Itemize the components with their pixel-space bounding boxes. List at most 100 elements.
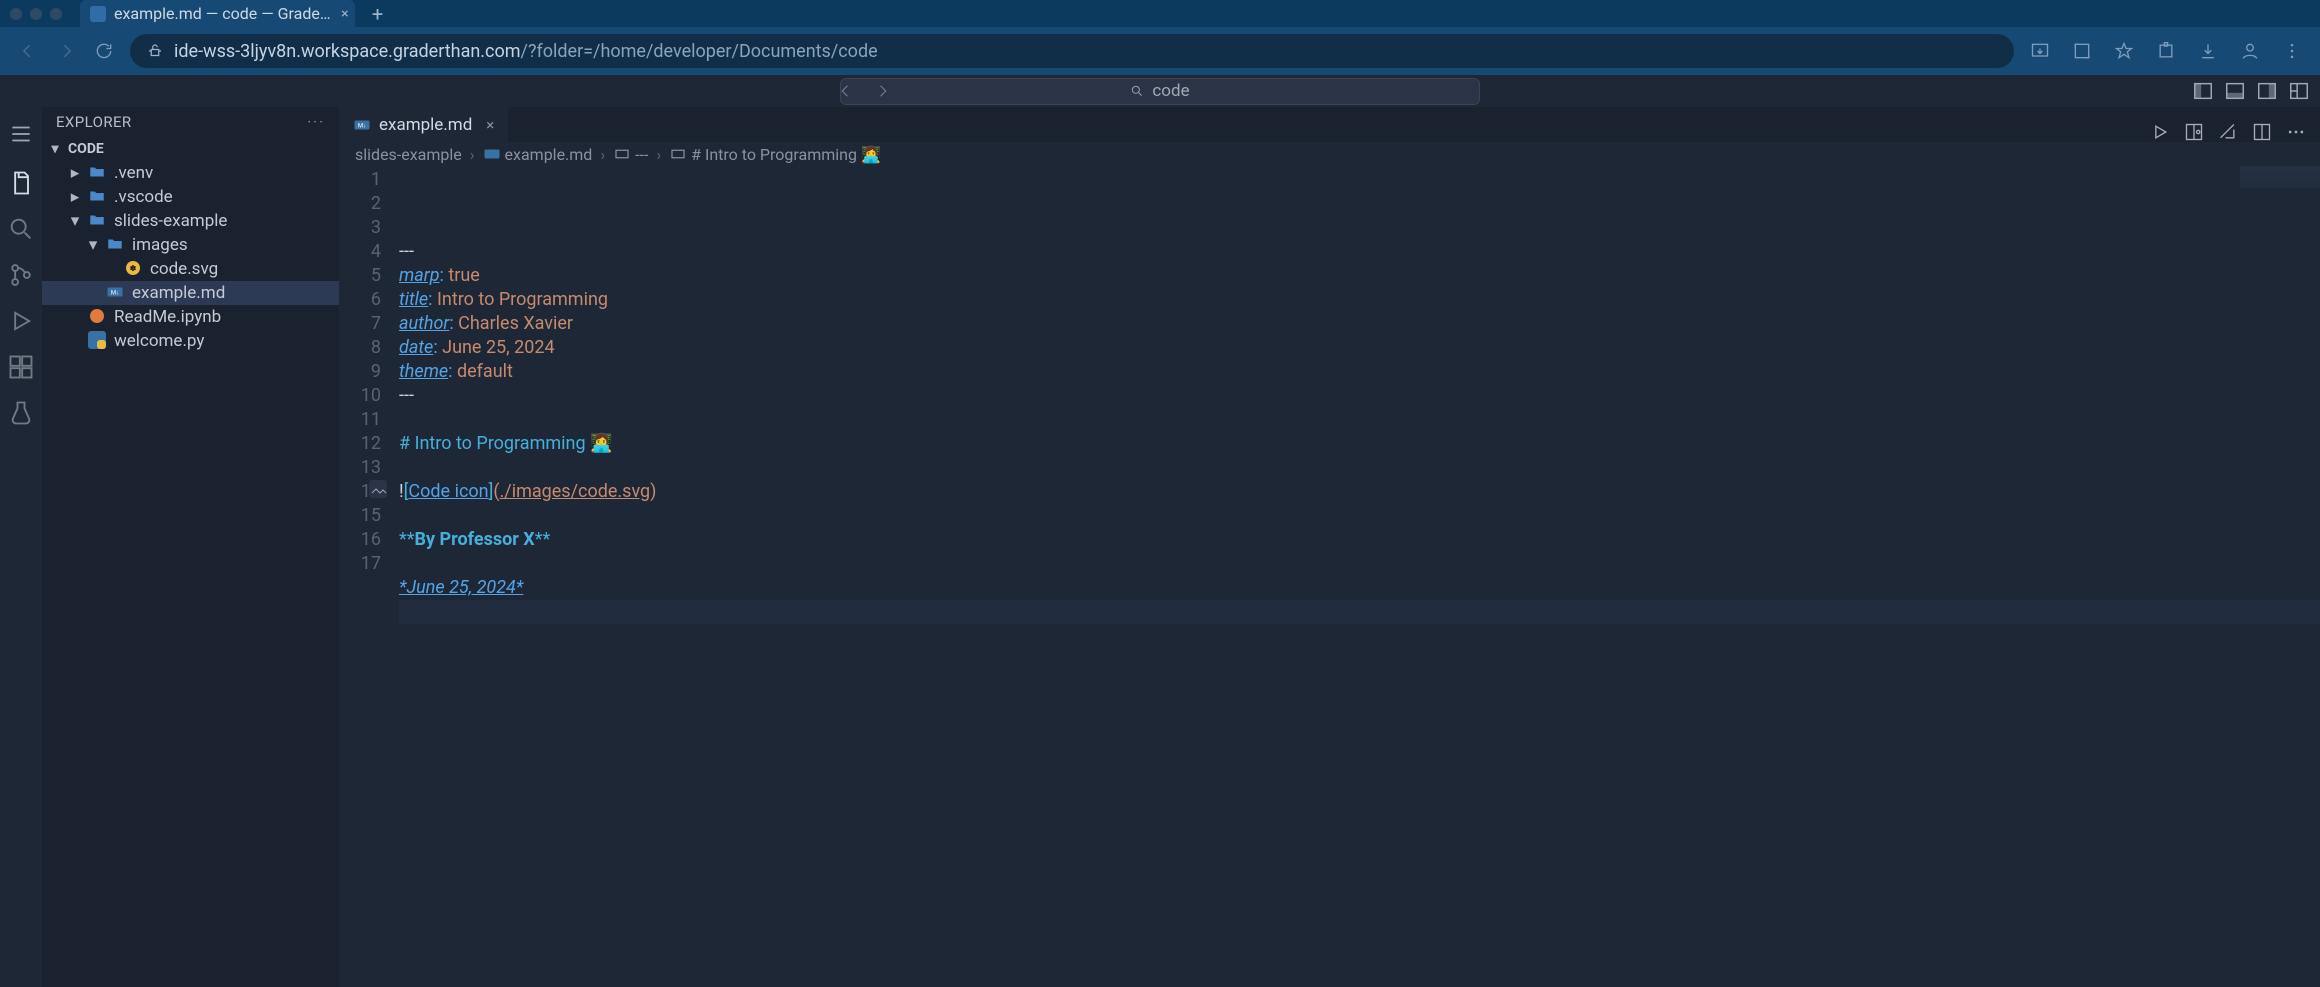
image-reference-glyph-icon[interactable] — [369, 480, 387, 498]
code-line[interactable]: --- — [399, 384, 2320, 408]
code-line[interactable] — [399, 600, 2320, 624]
screenshot-icon[interactable] — [2070, 39, 2094, 63]
code-line[interactable]: --- — [399, 240, 2320, 264]
svg-text:M↓: M↓ — [358, 122, 366, 129]
line-gutter: 1234567891011121314151617 — [339, 166, 399, 987]
breadcrumb-item[interactable]: # Intro to Programming 👩‍💻 — [669, 145, 881, 164]
twisty-icon: ▾ — [68, 211, 82, 231]
bookmark-icon[interactable] — [2112, 39, 2136, 63]
browser-tab[interactable]: example.md — code — Grade… × — [80, 0, 355, 27]
window-traffic-lights[interactable] — [10, 8, 62, 20]
toggle-secondary-sidebar-icon[interactable] — [2256, 80, 2278, 102]
browser-toolbar: ide-wss-3ljyv8n.workspace.graderthan.com… — [0, 27, 2320, 75]
code-line[interactable] — [399, 408, 2320, 432]
editor-tab-close-icon[interactable]: × — [486, 116, 494, 134]
code-line[interactable]: marp: true — [399, 264, 2320, 288]
editor-group: M↓ example.md × slides-example › example.… — [339, 107, 2320, 987]
file-type-icon — [88, 331, 108, 351]
browser-tab-close-icon[interactable]: × — [341, 6, 348, 22]
minimize-dot-icon[interactable] — [30, 8, 42, 20]
sidebar-title: EXPLORER ··· — [42, 107, 339, 137]
site-settings-icon[interactable] — [146, 42, 164, 60]
run-debug-icon[interactable] — [7, 307, 35, 335]
app-menu-icon[interactable] — [8, 121, 34, 147]
activity-bar — [0, 107, 42, 987]
profile-icon[interactable] — [2238, 39, 2262, 63]
code-line[interactable]: date: June 25, 2024 — [399, 336, 2320, 360]
extensions-activity-icon[interactable] — [7, 353, 35, 381]
twisty-icon: ▸ — [68, 163, 82, 183]
code-line[interactable] — [399, 504, 2320, 528]
split-editor-icon[interactable] — [2252, 122, 2272, 142]
code-line[interactable]: # Intro to Programming 👩‍💻 — [399, 432, 2320, 456]
source-control-icon[interactable] — [7, 261, 35, 289]
explorer-more-icon[interactable]: ··· — [307, 113, 325, 131]
breadcrumb-item[interactable]: slides-example — [355, 145, 462, 164]
editor-tab-example-md[interactable]: M↓ example.md × — [339, 107, 508, 142]
file-item[interactable]: ReadMe.ipynb — [42, 305, 339, 329]
reload-button[interactable] — [92, 39, 116, 63]
chevron-right-icon: › — [656, 145, 661, 164]
open-preview-side-icon[interactable] — [2184, 122, 2204, 142]
code-line[interactable]: **By Professor X** — [399, 528, 2320, 552]
code-line[interactable]: theme: default — [399, 360, 2320, 384]
file-name: images — [132, 235, 188, 255]
chevron-down-icon: ▾ — [48, 141, 62, 157]
folder-item[interactable]: ▸.venv — [42, 161, 339, 185]
breadcrumb[interactable]: slides-example› example.md› ---› # Intro… — [339, 142, 2320, 166]
editor-back-icon[interactable] — [834, 79, 858, 103]
close-dot-icon[interactable] — [10, 8, 22, 20]
code-line[interactable] — [399, 624, 2320, 648]
browser-tab-title: example.md — code — Grade… — [114, 4, 331, 23]
code-line[interactable]: *June 25, 2024* — [399, 576, 2320, 600]
code-editor[interactable]: 1234567891011121314151617 ---marp: truet… — [339, 166, 2320, 987]
file-item[interactable]: M↓example.md — [42, 281, 339, 305]
code-line[interactable] — [399, 456, 2320, 480]
file-tree: ▸.venv▸.vscode▾slides-example▾images✽cod… — [42, 161, 339, 353]
folder-item[interactable]: ▾images — [42, 233, 339, 257]
install-app-icon[interactable] — [2028, 39, 2052, 63]
section-label: CODE — [68, 141, 104, 157]
command-center[interactable]: code — [840, 78, 1480, 105]
downloads-icon[interactable] — [2196, 39, 2220, 63]
explorer-sidebar: EXPLORER ··· ▾ CODE ▸.venv▸.vscode▾slide… — [42, 107, 339, 987]
forward-button[interactable] — [54, 39, 78, 63]
code-line[interactable]: title: Intro to Programming — [399, 288, 2320, 312]
back-button[interactable] — [16, 39, 40, 63]
extensions-icon[interactable] — [2154, 39, 2178, 63]
editor-tabs: M↓ example.md × — [339, 107, 2320, 142]
toggle-panel-icon[interactable] — [2224, 80, 2246, 102]
customize-layout-icon[interactable] — [2288, 80, 2310, 102]
testing-icon[interactable] — [7, 399, 35, 427]
search-activity-icon[interactable] — [7, 215, 35, 243]
breadcrumb-item[interactable]: --- — [613, 145, 648, 164]
toggle-primary-sidebar-icon[interactable] — [2192, 80, 2214, 102]
browser-menu-icon[interactable] — [2280, 39, 2304, 63]
address-bar[interactable]: ide-wss-3ljyv8n.workspace.graderthan.com… — [130, 34, 2014, 68]
file-item[interactable]: welcome.py — [42, 329, 339, 353]
folder-item[interactable]: ▸.vscode — [42, 185, 339, 209]
breadcrumb-item[interactable]: example.md — [483, 145, 593, 164]
code-content[interactable]: ---marp: truetitle: Intro to Programming… — [399, 166, 2320, 987]
vscode-titlebar: code — [0, 75, 2320, 107]
new-tab-button[interactable]: + — [363, 0, 393, 27]
file-item[interactable]: ✽code.svg — [42, 257, 339, 281]
code-line[interactable]: ![Code icon](./images/code.svg) — [399, 480, 2320, 504]
folder-item[interactable]: ▾slides-example — [42, 209, 339, 233]
file-type-icon — [106, 235, 126, 255]
file-type-icon: M↓ — [106, 283, 126, 303]
run-icon[interactable] — [2150, 122, 2170, 142]
open-changes-icon[interactable] — [2218, 122, 2238, 142]
markdown-file-icon: M↓ — [353, 116, 371, 134]
file-name: ReadMe.ipynb — [114, 307, 221, 327]
chevron-right-icon: › — [600, 145, 605, 164]
editor-more-icon[interactable] — [2286, 122, 2306, 142]
minimap[interactable] — [2240, 166, 2320, 188]
code-line[interactable] — [399, 552, 2320, 576]
code-line[interactable]: author: Charles Xavier — [399, 312, 2320, 336]
explorer-icon[interactable] — [7, 169, 35, 197]
folder-section-header[interactable]: ▾ CODE — [42, 137, 339, 161]
zoom-dot-icon[interactable] — [50, 8, 62, 20]
editor-forward-icon[interactable] — [870, 79, 894, 103]
file-type-icon — [88, 163, 108, 183]
